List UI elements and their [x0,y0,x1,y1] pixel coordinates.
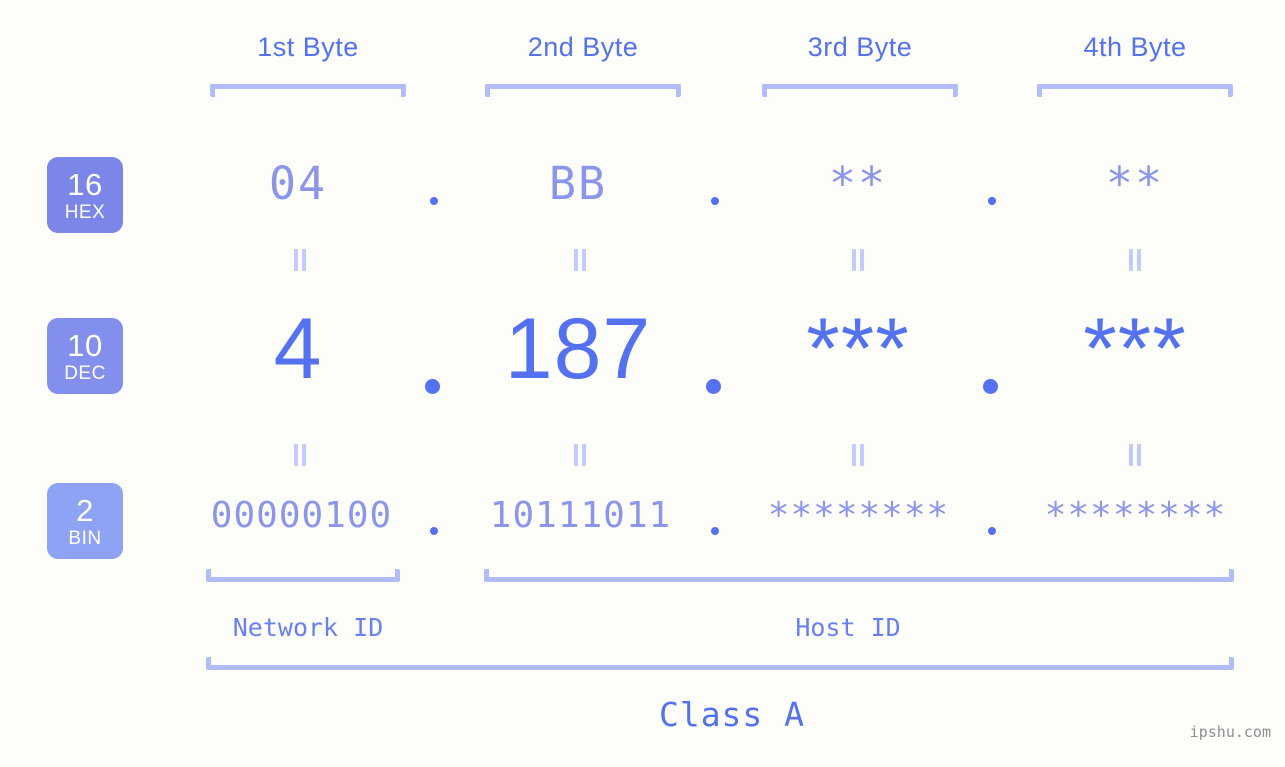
radix-badge-bin: 2 BIN [47,483,123,559]
hex-separator-dot-1 [430,197,438,205]
byte-bracket-4 [1037,84,1233,97]
class-label: Class A [658,695,806,734]
dec-octet-3: *** [806,301,910,397]
byte-header-2: 2nd Byte [527,32,639,62]
dec-separator-dot-1 [425,379,440,394]
equals-connector-dec-bin-2 [571,444,589,466]
host-id-label: Host ID [795,613,901,642]
equals-connector-hex-dec-2 [571,249,589,271]
dec-separator-dot-3 [983,379,998,394]
equals-connector-hex-dec-4 [1126,249,1144,271]
equals-connector-hex-dec-1 [291,249,309,271]
dec-separator-dot-2 [706,379,721,394]
equals-connector-dec-bin-1 [291,444,309,466]
ip-address-breakdown-diagram: 1st Byte 2nd Byte 3rd Byte 4th Byte 16 H… [0,0,1285,767]
network-id-label: Network ID [232,613,384,642]
byte-bracket-2 [485,84,681,97]
byte-bracket-1 [210,84,406,97]
equals-connector-hex-dec-3 [849,249,867,271]
bin-separator-dot-2 [711,527,719,535]
class-bracket [206,657,1234,670]
radix-badge-dec-name: DEC [64,362,106,384]
hex-octet-3: ** [828,157,888,210]
radix-badge-bin-number: 2 [76,492,94,528]
bin-octet-3: ******** [767,495,950,536]
byte-header-4: 4th Byte [1083,32,1187,62]
hex-octet-1: 04 [268,157,328,210]
hex-separator-dot-3 [988,197,996,205]
bin-octet-4: ******** [1044,495,1227,536]
radix-badge-dec-number: 10 [67,327,103,363]
hex-octet-4: ** [1105,157,1165,210]
radix-badge-hex-number: 16 [67,166,103,202]
bin-octet-1: 00000100 [210,495,393,536]
bin-separator-dot-1 [430,527,438,535]
network-id-bracket [206,569,400,582]
bin-octet-2: 10111011 [489,495,672,536]
site-watermark: ipshu.com [1189,723,1271,741]
radix-badge-bin-name: BIN [68,527,102,549]
host-id-bracket [484,569,1234,582]
hex-octet-2: BB [548,157,608,210]
dec-octet-2: 187 [504,301,652,397]
byte-bracket-3 [762,84,958,97]
byte-header-1: 1st Byte [257,32,359,62]
hex-separator-dot-2 [711,197,719,205]
radix-badge-hex-name: HEX [64,201,106,223]
equals-connector-dec-bin-4 [1126,444,1144,466]
dec-octet-4: *** [1083,301,1187,397]
bin-separator-dot-3 [988,527,996,535]
byte-header-3: 3rd Byte [807,32,913,62]
radix-badge-hex: 16 HEX [47,157,123,233]
radix-badge-dec: 10 DEC [47,318,123,394]
dec-octet-1: 4 [273,301,323,397]
equals-connector-dec-bin-3 [849,444,867,466]
